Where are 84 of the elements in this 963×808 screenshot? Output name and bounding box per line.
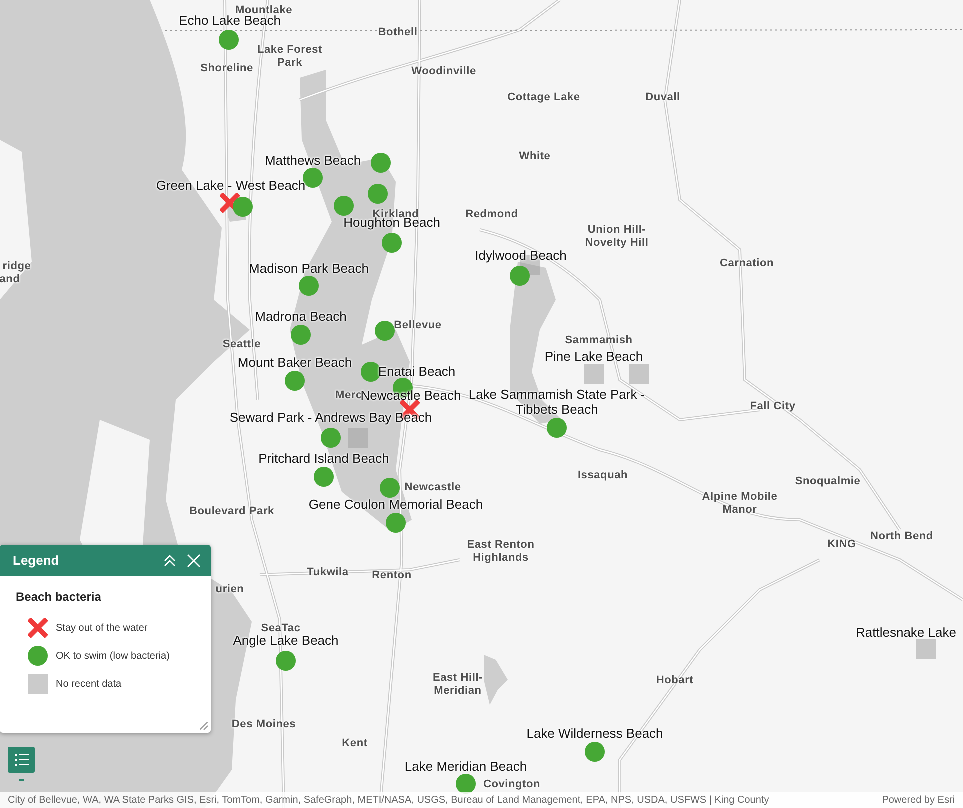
place-label: East Hill-Meridian (432, 672, 484, 698)
place-label: KING (828, 538, 856, 552)
beach-label: Angle Lake Beach (233, 633, 339, 648)
legend-label: No recent data (56, 678, 122, 690)
beach-label: Idylwood Beach (475, 248, 567, 263)
place-label: Lake Forest Park (257, 44, 323, 70)
place-label: Hobart (656, 674, 694, 688)
place-label: Covington (483, 778, 541, 792)
square-marker (28, 674, 48, 694)
circle-marker (585, 742, 605, 762)
beach-label: Newcastle Beach (360, 388, 462, 403)
beach-label: Green Lake - West Beach (156, 178, 306, 193)
beach-label: Mount Baker Beach (238, 355, 352, 370)
beach-label: Madrona Beach (255, 309, 347, 324)
place-label: Woodinville (412, 66, 476, 78)
circle-marker (547, 418, 567, 438)
place-label: and (0, 274, 20, 286)
place-label: Kent (342, 738, 368, 750)
x-marker-icon (220, 193, 240, 213)
place-label: White (519, 150, 551, 164)
place-label: Carnation (720, 258, 774, 270)
square-marker (916, 639, 936, 659)
circle-marker (285, 371, 305, 391)
close-button[interactable] (185, 552, 203, 570)
legend-label: OK to swim (low bacteria) (56, 650, 170, 662)
place-label: Alpine Mobile Manor (701, 491, 779, 517)
beach-label: Pine Lake Beach (544, 349, 644, 364)
place-label: Newcastle (404, 482, 462, 494)
place-label: Union Hill-Novelty Hill (584, 224, 650, 250)
circle-marker (382, 233, 402, 253)
square-marker (584, 364, 604, 384)
circle-marker (219, 30, 239, 50)
powered-by-text: Powered by Esri (882, 794, 955, 806)
place-label: Bothell (378, 26, 418, 40)
beach-label: Rattlesnake Lake (856, 625, 956, 640)
resize-grip-icon[interactable] (200, 722, 208, 730)
square-marker (348, 428, 368, 448)
place-label: Renton (372, 570, 412, 582)
beach-label: Matthews Beach (264, 153, 362, 168)
place-label: Redmond (466, 208, 518, 222)
place-label: Shoreline (200, 62, 254, 76)
place-label: Des Moines (232, 718, 296, 732)
place-label: Seattle (222, 338, 262, 352)
legend-title: Legend (13, 553, 60, 568)
legend-label: Stay out of the water (56, 622, 148, 634)
legend-section-title: Beach bacteria (16, 590, 102, 604)
close-icon (187, 554, 201, 568)
place-label: urien (216, 584, 244, 596)
beach-label: Lake Meridian Beach (404, 759, 528, 774)
circle-marker (456, 774, 476, 794)
place-label: Boulevard Park (190, 506, 274, 518)
place-label: SeaTac (261, 622, 301, 636)
place-label: East Renton Highlands (466, 539, 536, 565)
place-label: Bellevue (394, 320, 442, 332)
beach-label: Lake Sammamish State Park - Tibbets Beach (468, 387, 646, 417)
place-label: Snoqualmie (795, 476, 861, 488)
place-label: Tukwila (307, 566, 349, 580)
double-chevron-up-icon (163, 554, 177, 568)
place-label: Sammamish (565, 334, 633, 348)
place-label: North Bend (870, 530, 934, 544)
place-label: Cottage Lake (508, 92, 580, 104)
beach-label: Gene Coulon Memorial Beach (308, 497, 484, 512)
place-label: Duvall (646, 92, 680, 104)
circle-marker (314, 467, 334, 487)
circle-marker (28, 646, 48, 666)
beach-label: Madison Park Beach (249, 261, 369, 276)
legend-toggle-button[interactable] (8, 747, 35, 773)
list-icon (14, 754, 28, 766)
attribution-text: City of Bellevue, WA, WA State Parks GIS, Esri, TomTom, Garmin, SafeGraph, METI/NASA, USGS, Bureau of Land Management, EPA, NPS, USDA, USFWS | King County (8, 794, 770, 806)
beach-label: Pritchard Island Beach (258, 451, 390, 466)
place-label: Merc (336, 390, 362, 402)
beach-label: Seward Park - Andrews Bay Beach (230, 410, 432, 425)
x-marker-icon (28, 618, 48, 638)
beach-label: Lake Wilderness Beach (526, 726, 664, 741)
square-marker (629, 364, 649, 384)
circle-marker (371, 153, 391, 173)
circle-marker (303, 168, 323, 188)
circle-marker (375, 321, 395, 341)
circle-marker (510, 266, 530, 286)
place-label: Fall City (750, 400, 796, 414)
place-label: Issaquah (578, 470, 628, 482)
circle-marker (276, 651, 296, 671)
place-label: ridge (2, 260, 32, 274)
active-indicator (19, 779, 24, 781)
